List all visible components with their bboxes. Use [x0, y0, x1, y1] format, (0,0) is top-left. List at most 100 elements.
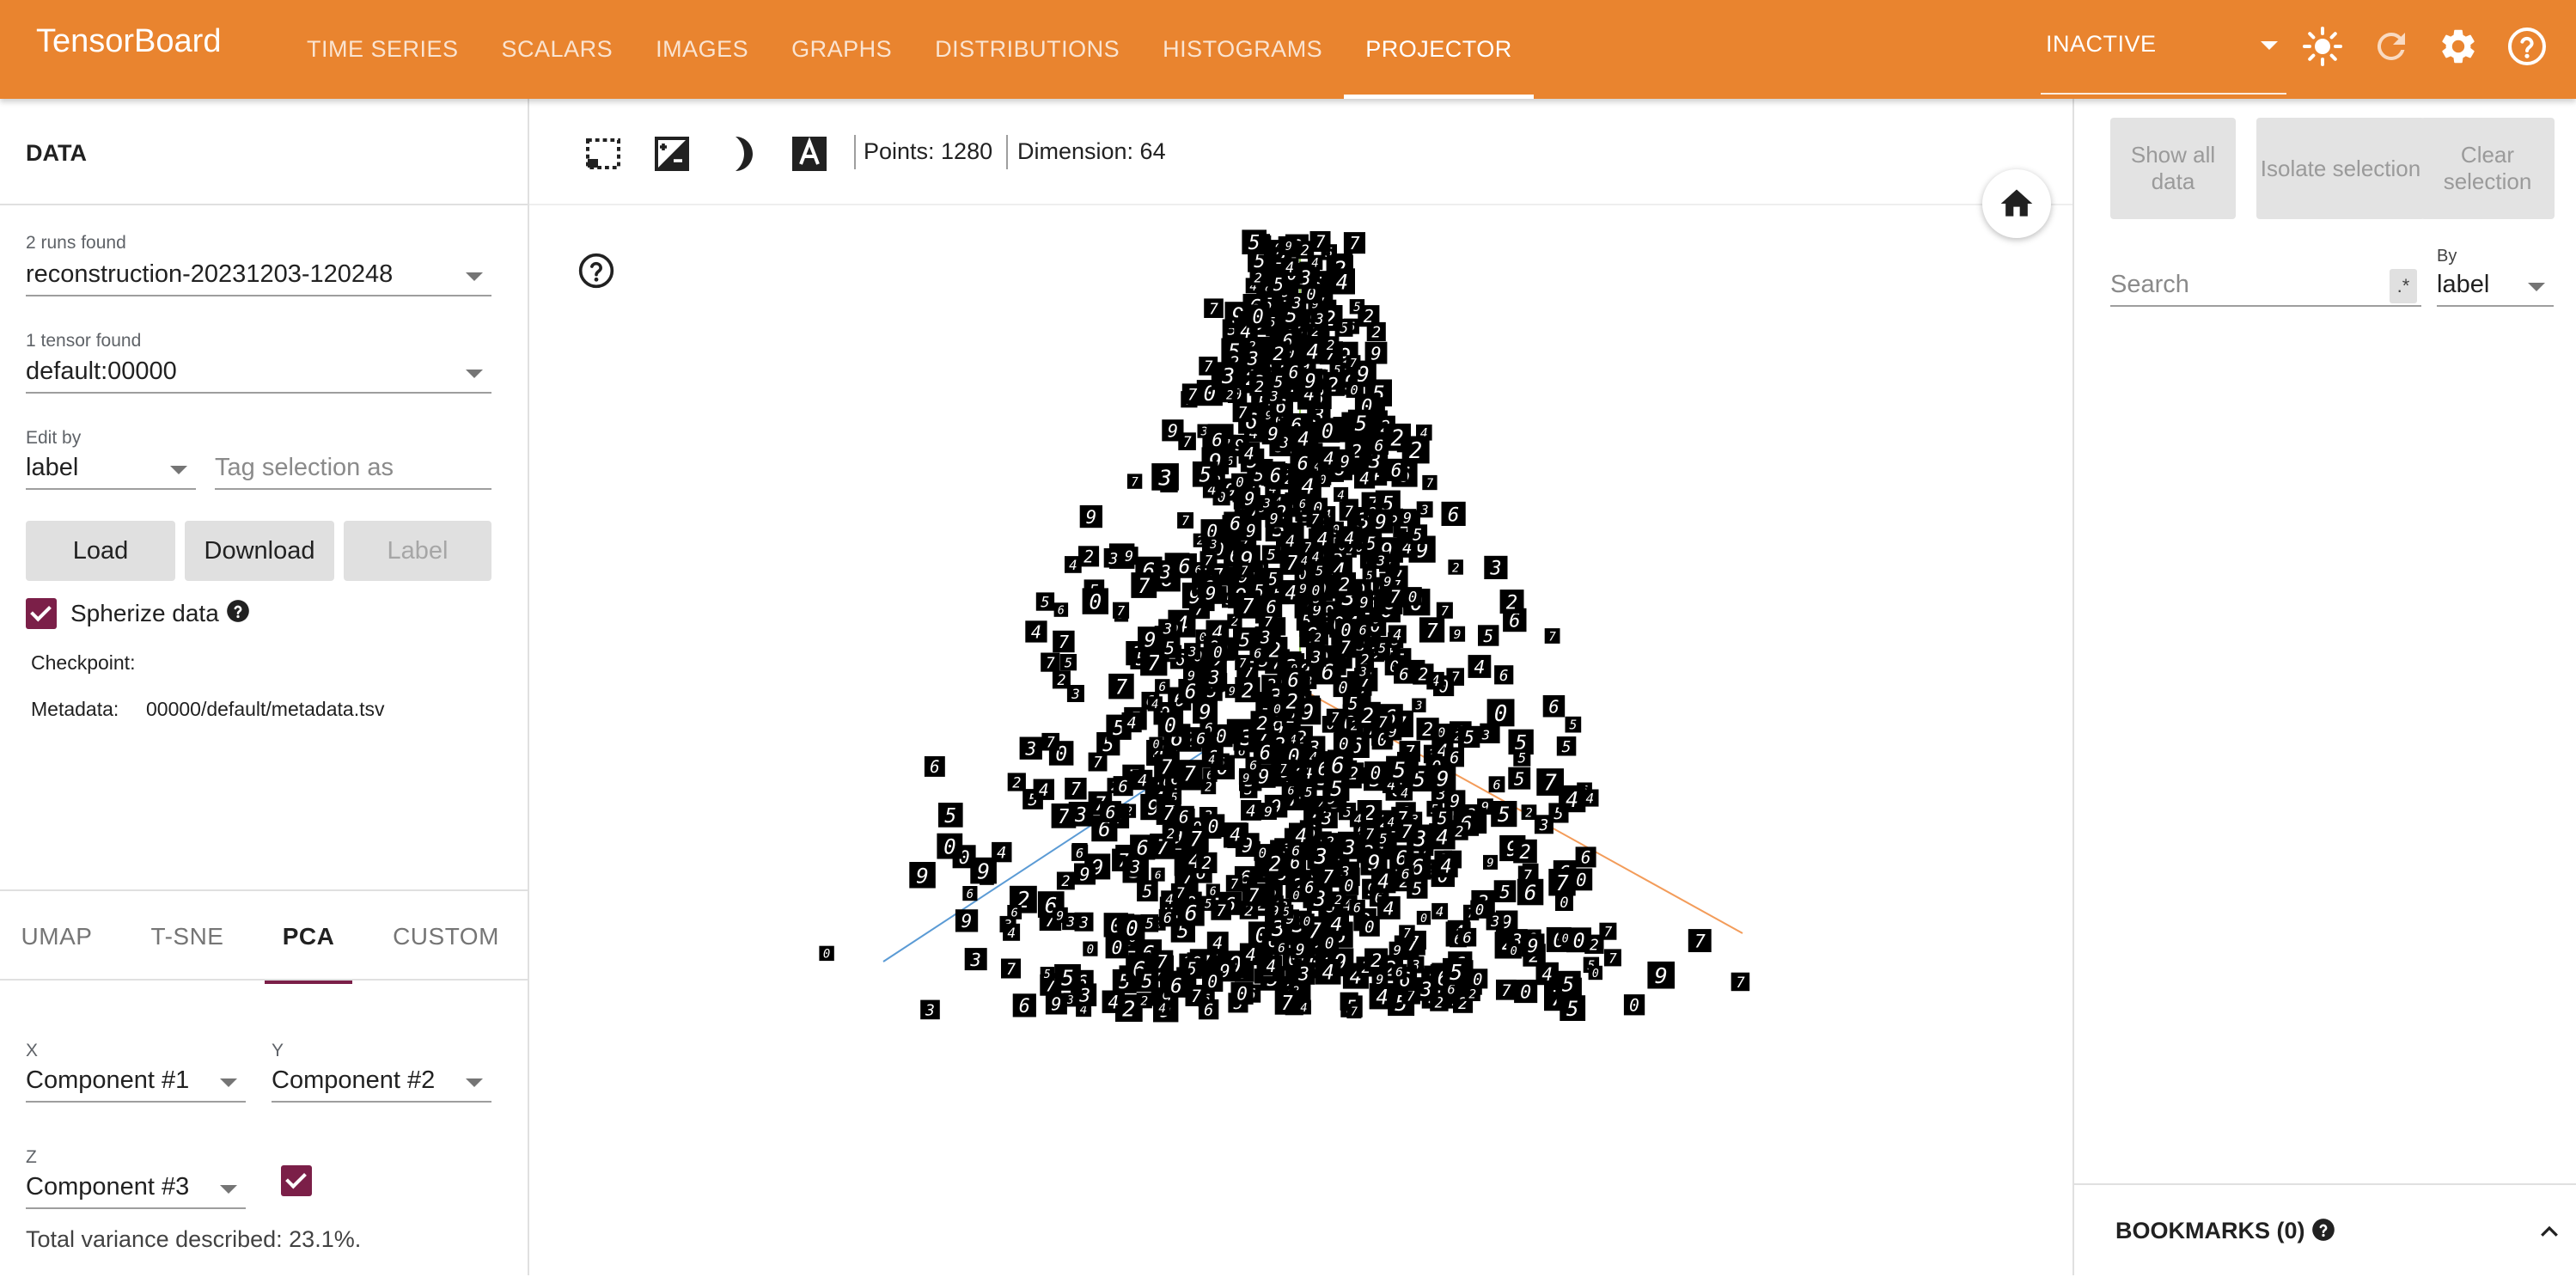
- data-point[interactable]: 2: [1333, 572, 1356, 596]
- data-point[interactable]: 4: [1291, 426, 1315, 450]
- tab-tsne[interactable]: T-SNE: [131, 889, 244, 984]
- data-point[interactable]: 6: [1444, 747, 1464, 767]
- data-point[interactable]: 7: [1225, 875, 1243, 892]
- data-point[interactable]: 4: [1310, 527, 1334, 551]
- tab-pca[interactable]: PCA: [265, 889, 352, 984]
- data-point[interactable]: 0: [1230, 981, 1254, 1005]
- data-point[interactable]: 4: [1370, 868, 1396, 894]
- data-point[interactable]: 5: [1478, 625, 1499, 646]
- isolate-selection-button[interactable]: Isolate selection: [2256, 118, 2425, 219]
- y-component-select[interactable]: Component #2: [272, 1063, 491, 1103]
- data-point[interactable]: 7: [1236, 562, 1252, 578]
- data-point[interactable]: 4: [1161, 890, 1178, 907]
- data-point[interactable]: 7: [1041, 652, 1060, 673]
- data-point[interactable]: 5: [1059, 654, 1077, 670]
- data-point[interactable]: 5: [1054, 964, 1081, 991]
- data-point[interactable]: 7: [1275, 761, 1291, 777]
- data-point[interactable]: 3: [1287, 293, 1307, 313]
- data-point[interactable]: 6: [1369, 435, 1389, 455]
- tab-images[interactable]: IMAGES: [634, 0, 770, 99]
- data-point[interactable]: 0: [1558, 931, 1572, 946]
- data-point[interactable]: 7: [1177, 512, 1193, 529]
- data-point[interactable]: 9: [1521, 933, 1545, 957]
- data-point[interactable]: 7: [1199, 551, 1218, 569]
- data-point[interactable]: 0: [1506, 943, 1522, 958]
- data-point[interactable]: 4: [1377, 896, 1401, 920]
- data-point[interactable]: 5: [1386, 755, 1413, 783]
- data-point[interactable]: 0: [1514, 980, 1538, 1004]
- data-point[interactable]: 2: [1464, 985, 1480, 1001]
- data-point[interactable]: 3: [1019, 736, 1042, 760]
- data-point[interactable]: 5: [938, 803, 963, 828]
- data-point[interactable]: 2: [1007, 773, 1026, 791]
- data-point[interactable]: 7: [1306, 510, 1324, 528]
- data-point[interactable]: 7: [1108, 673, 1134, 700]
- data-point[interactable]: 0: [1588, 965, 1602, 981]
- data-point[interactable]: 9: [955, 909, 979, 932]
- data-point[interactable]: 2: [1448, 559, 1463, 575]
- data-point[interactable]: 7: [1309, 231, 1331, 252]
- data-point[interactable]: 5: [1374, 639, 1390, 657]
- data-point[interactable]: 7: [1339, 501, 1358, 522]
- data-point[interactable]: 0: [1269, 700, 1285, 717]
- data-point[interactable]: 7: [1326, 708, 1344, 726]
- data-point[interactable]: 0: [1335, 619, 1357, 641]
- data-point[interactable]: 6: [1575, 846, 1596, 868]
- data-point[interactable]: 4: [1388, 625, 1407, 644]
- z-component-select[interactable]: Component #3: [26, 1170, 246, 1209]
- data-point[interactable]: 0: [1307, 581, 1325, 599]
- data-point[interactable]: 6: [1323, 751, 1352, 779]
- data-point[interactable]: 0: [1119, 914, 1145, 940]
- data-point[interactable]: 0: [1157, 712, 1183, 737]
- data-point[interactable]: 3: [1266, 387, 1283, 405]
- bookmarks-bar[interactable]: BOOKMARKS (0): [2074, 1183, 2576, 1277]
- data-point[interactable]: 7: [1603, 949, 1621, 967]
- data-point[interactable]: 7: [1235, 655, 1251, 671]
- data-point[interactable]: 4: [1354, 467, 1376, 489]
- data-point[interactable]: 3: [1215, 362, 1242, 389]
- data-point[interactable]: 0: [1364, 761, 1387, 784]
- chevron-up-icon[interactable]: [2536, 1219, 2562, 1245]
- data-point[interactable]: 2: [1162, 824, 1180, 842]
- help-icon[interactable]: [2311, 1218, 2335, 1242]
- data-point[interactable]: 5: [1192, 461, 1218, 487]
- data-point[interactable]: 5: [1565, 716, 1582, 733]
- data-point[interactable]: 3: [1486, 912, 1505, 931]
- gear-icon[interactable]: [2438, 26, 2479, 67]
- data-point[interactable]: 4: [1339, 527, 1360, 548]
- data-point[interactable]: 4: [1280, 258, 1299, 276]
- data-point[interactable]: 0: [1289, 888, 1303, 903]
- data-point[interactable]: 4: [1241, 800, 1261, 821]
- data-point[interactable]: 5: [1555, 970, 1581, 997]
- data-point[interactable]: 7: [1183, 825, 1209, 852]
- data-point[interactable]: 4: [1224, 822, 1247, 846]
- data-point[interactable]: 3: [1259, 495, 1275, 510]
- data-point[interactable]: 7: [1346, 355, 1361, 370]
- data-point[interactable]: 4: [1205, 752, 1219, 767]
- data-point[interactable]: 6: [924, 756, 945, 777]
- data-point[interactable]: 7: [1176, 760, 1203, 786]
- x-component-select[interactable]: Component #1: [26, 1063, 246, 1103]
- data-point[interactable]: 9: [1199, 581, 1223, 604]
- data-point[interactable]: 5: [1493, 880, 1517, 902]
- data-point[interactable]: 7: [1065, 778, 1087, 800]
- help-icon[interactable]: [2506, 26, 2548, 67]
- data-point[interactable]: 6: [1206, 428, 1229, 451]
- data-point[interactable]: 5: [1407, 524, 1428, 545]
- tag-selection-input[interactable]: Tag selection as: [215, 450, 491, 490]
- data-point[interactable]: 2: [1322, 336, 1340, 354]
- data-point[interactable]: 3: [1305, 646, 1327, 667]
- data-point[interactable]: 9: [1450, 626, 1466, 642]
- data-point[interactable]: 6: [962, 886, 978, 901]
- data-point[interactable]: 4: [1121, 712, 1142, 733]
- data-point[interactable]: 7: [1548, 869, 1576, 896]
- app-title[interactable]: TensorBoard: [36, 23, 221, 60]
- data-point[interactable]: 6: [1100, 801, 1121, 822]
- data-point[interactable]: 5: [1508, 767, 1531, 790]
- data-point[interactable]: 5: [1261, 545, 1281, 565]
- data-point[interactable]: 6: [1349, 900, 1365, 916]
- data-point[interactable]: 5: [1137, 880, 1158, 901]
- data-point[interactable]: 6: [1249, 645, 1267, 662]
- data-point[interactable]: 6: [1071, 844, 1089, 861]
- data-point[interactable]: 9: [1281, 238, 1297, 254]
